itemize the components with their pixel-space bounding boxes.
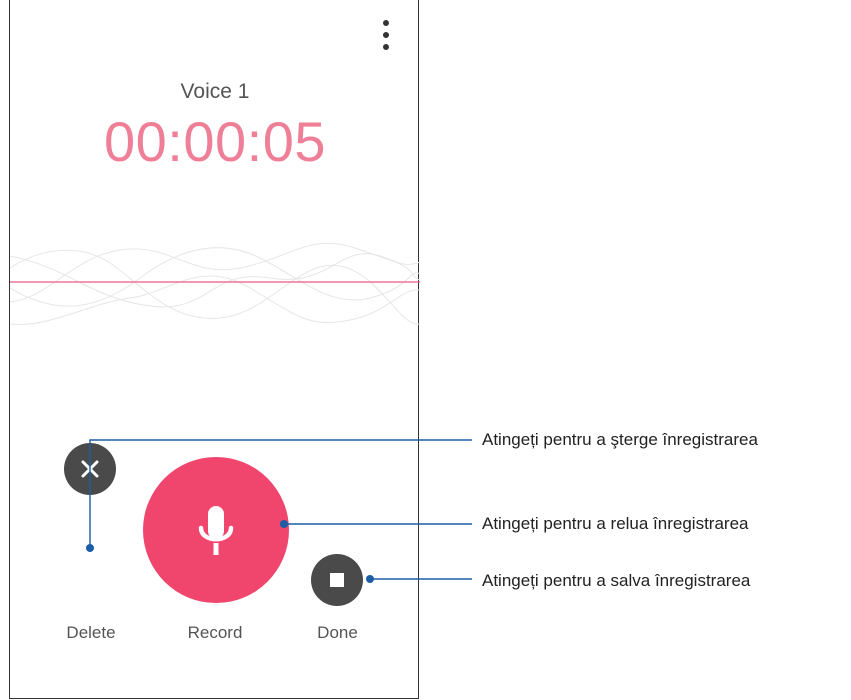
callout-delete: Atingeți pentru a şterge înregistrarea — [482, 430, 758, 449]
callout-record: Atingeți pentru a relua înregistrarea — [482, 514, 749, 533]
callout-lines — [86, 439, 472, 583]
callout-done: Atingeți pentru a salva înregistrarea — [482, 571, 751, 590]
